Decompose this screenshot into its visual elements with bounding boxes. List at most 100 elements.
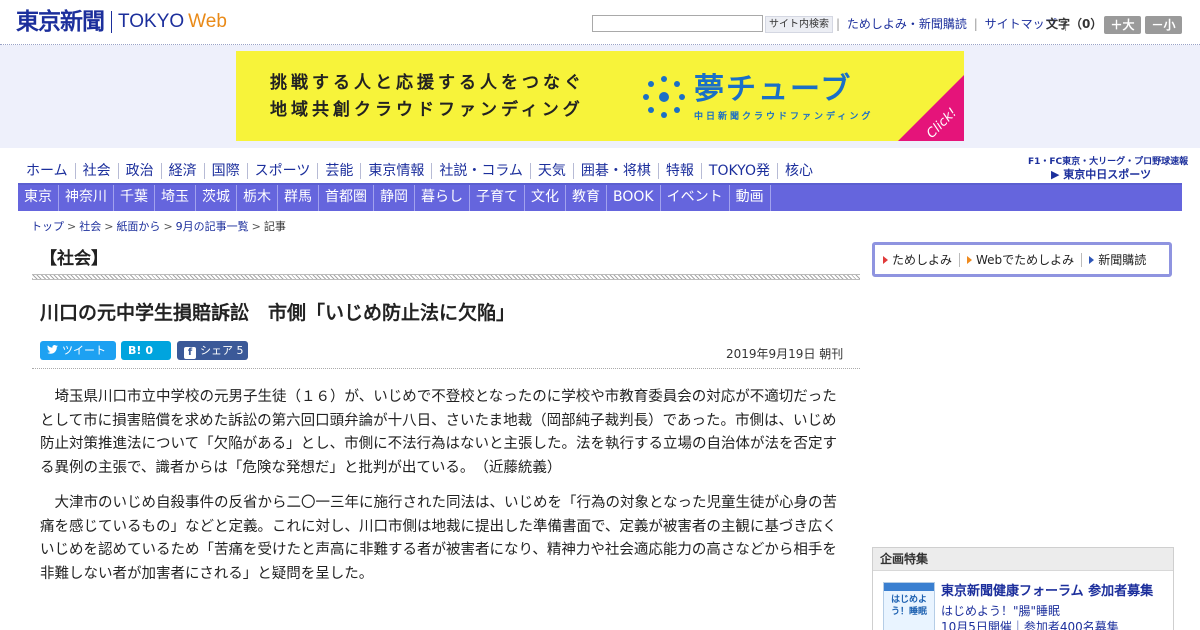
feature-thumbnail[interactable]: はじめよう！睡眠 (883, 582, 935, 630)
region-nav: 東京 神奈川 千葉 埼玉 茨城 栃木 群馬 首都圏 静岡 暮らし 子育て 文化 … (18, 185, 1182, 211)
font-smaller-button[interactable]: －小 (1145, 16, 1182, 34)
section-heading: 【社会】 (40, 249, 108, 269)
banner-line-1: 挑戦する人と応援する人をつなぐ (270, 73, 585, 93)
banner-brand: 夢チューブ (694, 72, 853, 107)
utility-links: | ためしよみ・新聞購読 | サイトマップ | (833, 17, 1070, 31)
feature-panel: 企画特集 はじめよう！睡眠 東京新聞健康フォーラム 参加者募集 はじめよう！"腸… (872, 547, 1174, 630)
sports-promo-link[interactable]: ▶ 東京中日スポーツ (1051, 166, 1151, 182)
arrow-right-icon (1089, 255, 1095, 264)
region-item-event[interactable]: イベント (661, 185, 730, 211)
site-logo[interactable]: 東京新聞 TOKYO Web (16, 9, 227, 35)
nav-item-politics[interactable]: 政治 (119, 163, 162, 179)
nav-item-tokyo-hatsu[interactable]: TOKYO発 (702, 163, 778, 179)
article-body: 埼玉県川口市立中学校の元男子生徒（１６）が、いじめで不登校となったのに学校や市教… (40, 386, 846, 598)
thumbnail-top-band (884, 583, 934, 591)
nav-item-sports[interactable]: スポーツ (248, 163, 319, 179)
region-item-tokyo[interactable]: 東京 (18, 185, 59, 211)
hatena-icon: B! (128, 344, 142, 357)
facebook-share-button[interactable]: f シェア 5 (177, 341, 248, 360)
ad-banner-yume-tube[interactable]: 挑戦する人と応援する人をつなぐ 地域共創クラウドファンディング 夢チューブ 中日… (236, 51, 964, 141)
tweet-label: ツイート (62, 344, 106, 357)
arrow-right-icon (883, 255, 888, 264)
region-item-shizuoka[interactable]: 静岡 (374, 185, 415, 211)
region-item-culture[interactable]: 文化 (525, 185, 566, 211)
nav-item-weather[interactable]: 天気 (531, 163, 574, 179)
region-item-tochigi[interactable]: 栃木 (237, 185, 278, 211)
article-paragraph: 埼玉県川口市立中学校の元男子生徒（１６）が、いじめで不登校となったのに学校や市教… (40, 389, 838, 476)
region-item-education[interactable]: 教育 (566, 185, 607, 211)
subscribe-link-web-trial[interactable]: Webでためしよみ (967, 251, 1074, 268)
site-search-button[interactable]: サイト内検索 (765, 16, 833, 33)
banner-line-2: 地域共創クラウドファンディング (270, 100, 584, 120)
font-size-label: 文字（0） (1046, 17, 1103, 31)
subscribe-link-subscribe-label: 新聞購読 (1098, 253, 1147, 267)
nav-item-society[interactable]: 社会 (76, 163, 119, 179)
hatena-count: 0 (145, 344, 154, 357)
breadcrumb-link-month[interactable]: 9月の記事一覧 (176, 220, 249, 233)
font-bigger-button[interactable]: ＋大 (1104, 16, 1141, 34)
region-item-ibaraki[interactable]: 茨城 (196, 185, 237, 211)
nav-item-editorial[interactable]: 社説・コラム (432, 163, 531, 179)
region-item-video[interactable]: 動画 (730, 185, 771, 211)
region-item-chiba[interactable]: 千葉 (114, 185, 155, 211)
region-item-parenting[interactable]: 子育て (470, 185, 525, 211)
nav-item-tokyo-info[interactable]: 東京情報 (361, 163, 433, 179)
link-divider (1081, 252, 1083, 267)
arrow-right-icon (967, 255, 973, 264)
region-item-kanagawa[interactable]: 神奈川 (59, 185, 114, 211)
region-item-living[interactable]: 暮らし (415, 185, 470, 211)
region-item-shutoken[interactable]: 首都圏 (319, 185, 374, 211)
nav-item-economy[interactable]: 経済 (162, 163, 205, 179)
nav-item-core[interactable]: 核心 (778, 163, 820, 179)
nav-item-special[interactable]: 特報 (659, 163, 702, 179)
link-divider (959, 252, 961, 267)
logo-japanese: 東京新聞 (16, 8, 105, 35)
subscribe-link-trial-label: ためしよみ (892, 253, 953, 267)
feature-title-link[interactable]: 東京新聞健康フォーラム 参加者募集 (941, 580, 1153, 599)
share-label: シェア (200, 344, 233, 357)
nav-item-international[interactable]: 国際 (205, 163, 248, 179)
banner-area: 挑戦する人と応援する人をつなぐ 地域共創クラウドファンディング 夢チューブ 中日… (0, 45, 1200, 148)
util-divider: | (836, 17, 841, 31)
facebook-icon: f (184, 347, 196, 359)
subscribe-link-trial[interactable]: ためしよみ (883, 251, 952, 268)
breadcrumb-link-society[interactable]: 社会 (79, 220, 101, 233)
banner-brand-sub: 中日新聞クラウドファンディング (694, 112, 874, 122)
thumbnail-text: はじめよう！睡眠 (890, 595, 927, 617)
banner-dots-logo-icon (643, 76, 685, 118)
breadcrumb: トップ > 社会 > 紙面から >9月の記事一覧 > 記事 (31, 220, 286, 233)
feature-subtitle[interactable]: はじめよう！"腸"睡眠 (941, 602, 1060, 619)
breadcrumb-link-print[interactable]: 紙面から (116, 220, 160, 233)
share-count: 5 (236, 344, 244, 357)
logo-english: TOKYO (118, 11, 185, 32)
article-title: 川口の元中学生損賠訴訟 市側「いじめ防止法に欠陥」 (40, 302, 516, 324)
site-header: 東京新聞 TOKYO Web サイト内検索 | ためしよみ・新聞購読 | サイト… (0, 0, 1200, 45)
subscribe-link-subscribe[interactable]: 新聞購読 (1089, 251, 1146, 268)
article-paragraph: 大津市のいじめ自殺事件の反省から二〇一三年に施行された同法は、いじめを「行為の対… (40, 495, 838, 582)
banner-copy: 挑戦する人と応援する人をつなぐ 地域共創クラウドファンディング (270, 70, 585, 124)
breadcrumb-link-top[interactable]: トップ (31, 220, 64, 233)
breadcrumb-current: 記事 (263, 220, 286, 233)
site-search-input[interactable] (592, 15, 763, 32)
util-divider: | (973, 17, 978, 31)
tweet-button[interactable]: ツイート (40, 341, 116, 360)
article-divider (32, 368, 860, 369)
region-item-saitama[interactable]: 埼玉 (155, 185, 196, 211)
logo-web: Web (188, 11, 227, 32)
section-hatch-divider (32, 274, 860, 280)
nav-item-home[interactable]: ホーム (18, 163, 76, 179)
util-link-subscribe[interactable]: ためしよみ・新聞購読 (847, 17, 967, 31)
region-item-book[interactable]: BOOK (607, 185, 661, 211)
logo-divider (111, 11, 112, 33)
region-item-gunma[interactable]: 群馬 (278, 185, 319, 211)
nav-item-go-shogi[interactable]: 囲碁・将棋 (574, 163, 659, 179)
feature-details[interactable]: 10月5日開催｜参加者400名募集 (941, 618, 1119, 630)
nav-item-entertainment[interactable]: 芸能 (318, 163, 362, 179)
primary-nav: ホーム 社会 政治 経済 国際 スポーツ 芸能 東京情報 社説・コラム 天気 囲… (18, 158, 838, 184)
article-date: 2019年9月19日 朝刊 (726, 347, 844, 361)
twitter-bird-icon (47, 345, 58, 354)
feature-heading: 企画特集 (873, 548, 1173, 571)
hatena-bookmark-button[interactable]: B! 0 (121, 341, 171, 360)
subscribe-links-box: ためしよみ Webでためしよみ 新聞購読 (872, 242, 1172, 277)
subscribe-link-web-trial-label: Webでためしよみ (976, 253, 1075, 267)
